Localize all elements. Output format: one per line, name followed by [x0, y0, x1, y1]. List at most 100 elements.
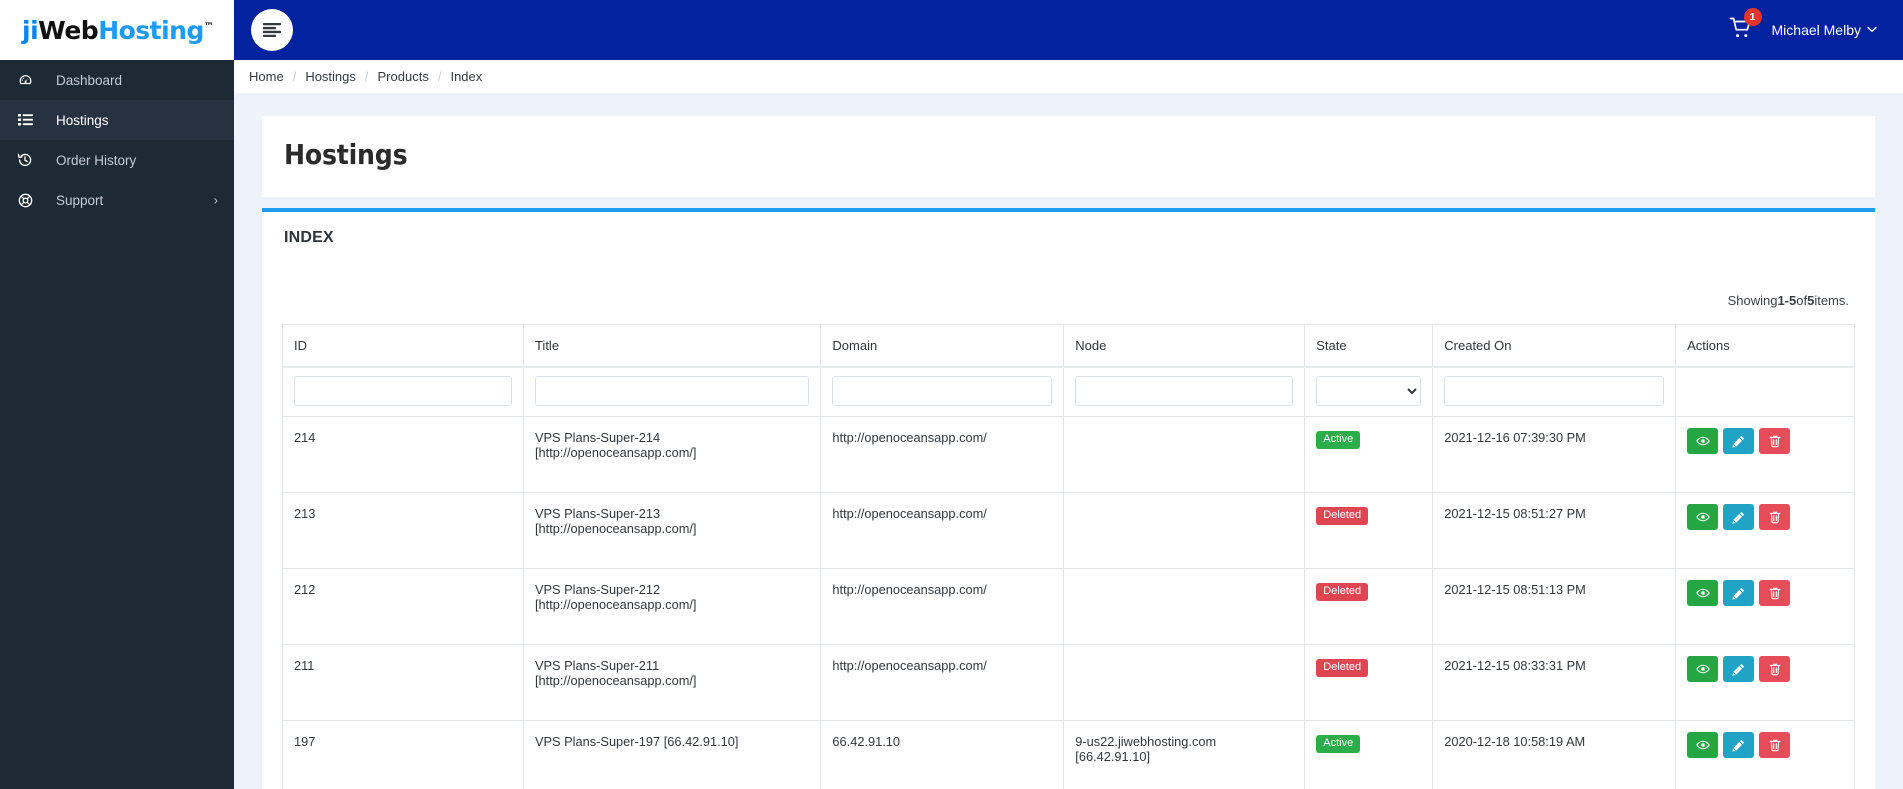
action-button-group [1687, 428, 1843, 454]
eye-icon [1695, 739, 1710, 751]
cell-state: Deleted [1304, 492, 1434, 569]
filter-cell-domain [820, 366, 1065, 417]
edit-button[interactable] [1723, 656, 1755, 682]
cell-id: 211 [282, 644, 524, 721]
cell-domain: http://openoceansapp.com/ [820, 568, 1065, 645]
column-header-id[interactable]: ID [282, 324, 524, 368]
cell-node [1063, 568, 1306, 645]
column-header-domain[interactable]: Domain [820, 324, 1065, 368]
cell-id: 214 [282, 416, 524, 493]
breadcrumb-separator: / [292, 69, 297, 84]
delete-button[interactable] [1759, 504, 1791, 530]
cell-id: 197 [282, 720, 524, 789]
action-button-group [1687, 732, 1843, 758]
main-content: Home / Hostings / Products / Index Hosti… [234, 60, 1903, 789]
pencil-icon [1732, 739, 1745, 752]
view-button[interactable] [1687, 656, 1719, 682]
edit-button[interactable] [1723, 580, 1755, 606]
cell-id: 212 [282, 568, 524, 645]
breadcrumb-item-index: Index [450, 69, 483, 84]
user-menu-button[interactable]: Michael Melby [1772, 22, 1877, 38]
cell-actions [1675, 720, 1855, 789]
table-row[interactable]: 212 VPS Plans-Super-212 [http://openocean… [282, 568, 1855, 645]
filter-cell-state: ActiveDeleted [1304, 366, 1434, 417]
delete-button[interactable] [1759, 580, 1791, 606]
sidebar-toggle-button[interactable] [251, 9, 293, 51]
filter-cell-id [282, 366, 524, 417]
cell-title: VPS Plans-Super-214 [http://openoceansap… [522, 416, 822, 493]
sidebar: jiWebHosting™ Dashboard Hostings Order H… [0, 0, 234, 789]
view-button[interactable] [1687, 504, 1719, 530]
sidebar-item-dashboard[interactable]: Dashboard [0, 60, 234, 100]
status-badge: Deleted [1316, 583, 1369, 601]
view-button[interactable] [1687, 580, 1719, 606]
filter-input-domain[interactable] [832, 376, 1053, 406]
breadcrumb: Home / Hostings / Products / Index [234, 60, 1903, 93]
filter-cell-created-on [1432, 366, 1677, 417]
hostings-table: ID Title Domain Node State Created On Ac… [282, 324, 1855, 789]
pencil-icon [1732, 663, 1745, 676]
breadcrumb-item-hostings[interactable]: Hostings [305, 69, 356, 84]
filter-input-id[interactable] [294, 376, 512, 406]
brand-part-hosting: Hosting [98, 15, 204, 45]
delete-button[interactable] [1759, 732, 1791, 758]
action-button-group [1687, 504, 1843, 530]
breadcrumb-separator: / [437, 69, 442, 84]
breadcrumb-item-products[interactable]: Products [378, 69, 429, 84]
table-row[interactable]: 211 VPS Plans-Super-211 [http://openocean… [282, 644, 1855, 721]
column-header-created-on[interactable]: Created On [1432, 324, 1677, 368]
filter-cell-node [1063, 366, 1306, 417]
eye-icon [1695, 435, 1710, 447]
trash-icon [1769, 587, 1781, 600]
user-name-label: Michael Melby [1771, 22, 1861, 38]
view-button[interactable] [1687, 428, 1719, 454]
column-header-node[interactable]: Node [1063, 324, 1306, 368]
list-icon [8, 113, 42, 127]
filter-cell-title [522, 366, 822, 417]
lifebuoy-icon [8, 193, 42, 208]
cell-actions [1675, 568, 1855, 645]
column-header-state[interactable]: State [1304, 324, 1434, 368]
table-row[interactable]: 197 VPS Plans-Super-197 [66.42.91.10] 66.4… [282, 720, 1855, 789]
sidebar-item-order-history[interactable]: Order History [0, 140, 234, 180]
sidebar-item-label-dashboard: Dashboard [56, 72, 123, 88]
brand-part-ji: ji [22, 15, 39, 45]
topbar-actions: 1 Michael Melby [1726, 8, 1903, 45]
filter-input-title[interactable] [534, 376, 810, 406]
pencil-icon [1732, 587, 1745, 600]
edit-button[interactable] [1723, 504, 1755, 530]
trash-icon [1769, 663, 1781, 676]
breadcrumb-separator: / [364, 69, 369, 84]
summary-range: 1-5 [1777, 293, 1797, 308]
brand-logo[interactable]: jiWebHosting™ [0, 0, 234, 60]
sidebar-item-label-support: Support [56, 192, 104, 208]
edit-button[interactable] [1723, 428, 1755, 454]
column-header-title[interactable]: Title [522, 324, 822, 368]
cell-state: Active [1304, 720, 1434, 789]
sidebar-item-support[interactable]: Support › [0, 180, 234, 220]
cell-actions [1675, 416, 1855, 493]
delete-button[interactable] [1759, 656, 1791, 682]
cell-domain: http://openoceansapp.com/ [820, 644, 1065, 721]
cell-id: 213 [282, 492, 524, 569]
eye-icon [1695, 663, 1710, 675]
filter-input-created-on[interactable] [1444, 376, 1665, 406]
cell-created-on: 2021-12-15 08:33:31 PM [1432, 644, 1677, 721]
summary-middle: of [1796, 293, 1808, 308]
cell-created-on: 2021-12-15 08:51:27 PM [1432, 492, 1677, 569]
trash-icon [1769, 435, 1781, 448]
sidebar-item-hostings[interactable]: Hostings [0, 100, 234, 140]
table-row[interactable]: 213 VPS Plans-Super-213 [http://openocean… [282, 492, 1855, 569]
breadcrumb-item-home[interactable]: Home [249, 69, 284, 84]
filter-select-state[interactable]: ActiveDeleted [1316, 376, 1422, 406]
table-row[interactable]: 214 VPS Plans-Super-214 [http://openocean… [282, 416, 1855, 493]
edit-button[interactable] [1723, 732, 1755, 758]
delete-button[interactable] [1759, 428, 1791, 454]
view-button[interactable] [1687, 732, 1719, 758]
cart-button[interactable]: 1 [1726, 8, 1762, 45]
pencil-icon [1732, 435, 1745, 448]
trash-icon [1769, 739, 1781, 752]
section-label-index: INDEX [284, 229, 334, 246]
filter-input-node[interactable] [1075, 376, 1294, 406]
history-icon [8, 152, 42, 168]
